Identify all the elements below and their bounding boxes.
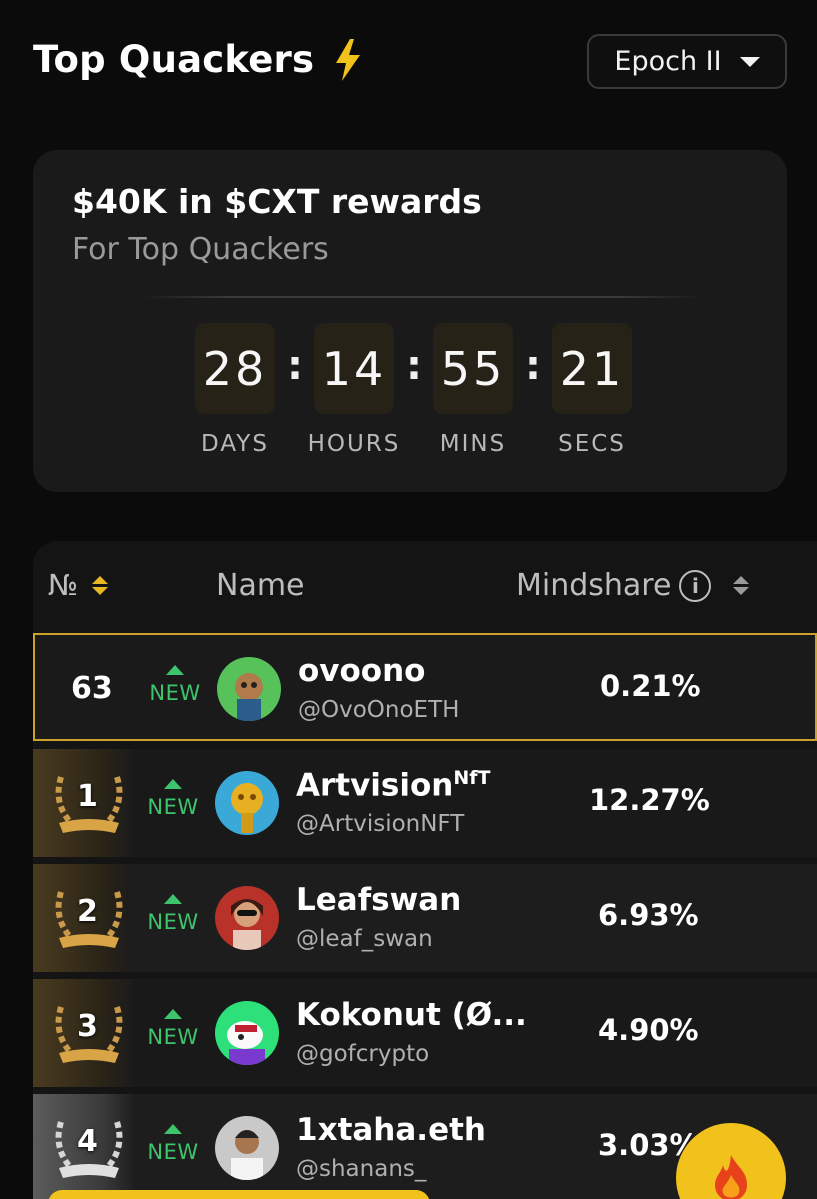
epoch-select[interactable]: Epoch II	[587, 34, 787, 89]
mindshare-value: 12.27%	[589, 783, 710, 817]
avatar[interactable]	[215, 886, 279, 950]
mindshare-value: 4.90%	[598, 1013, 699, 1047]
sort-icon	[92, 575, 109, 595]
user-name: Kokonut (Ø...	[296, 997, 527, 1033]
rewards-card: $40K in $CXT rewards For Top Quackers 28…	[33, 150, 787, 492]
rank-number: 1	[77, 779, 98, 814]
avatar[interactable]	[215, 771, 279, 835]
mindshare-value: 6.93%	[598, 898, 699, 932]
avatar[interactable]	[217, 657, 281, 721]
header: Top Quackers Epoch II	[0, 0, 817, 120]
new-badge: NEW	[143, 779, 203, 819]
page-title: Top Quackers	[33, 38, 362, 81]
epoch-label: Epoch II	[614, 46, 722, 77]
user-handle: @OvoOnoETH	[298, 697, 460, 723]
user-handle: @leaf_swan	[296, 926, 433, 952]
rank-number: 3	[77, 1009, 98, 1044]
triangle-up-icon	[166, 665, 184, 675]
mindshare-value: 0.21%	[600, 669, 701, 703]
triangle-up-icon	[164, 894, 182, 904]
new-badge: NEW	[143, 894, 203, 934]
countdown-days: 28	[195, 323, 275, 414]
triangle-up-icon	[164, 1124, 182, 1134]
table-row[interactable]: 1 NEW ArtvisionNfT @ArtvisionNFT 12.27%	[33, 749, 817, 857]
user-name: ArtvisionNfT	[296, 767, 491, 804]
sort-icon	[733, 576, 750, 595]
countdown-separator: :	[406, 343, 422, 389]
new-badge: NEW	[143, 1009, 203, 1049]
leaderboard: № Name Mindshare i 63 NEW ovoono @OvoOno…	[33, 541, 817, 1199]
flame-icon	[715, 1155, 747, 1199]
table-row[interactable]: 3 NEW Kokonut (Ø... @gofcrypto 4.90%	[33, 979, 817, 1087]
countdown-separator: :	[287, 343, 303, 389]
page-title-text: Top Quackers	[33, 38, 315, 81]
rank-header-label: №	[48, 568, 79, 602]
name-column-header: Name	[216, 568, 305, 603]
bottom-action-bar[interactable]	[48, 1190, 430, 1199]
countdown-timer: 28 : 14 : 55 : 21 DAYS HOURS MINS SECS	[33, 323, 787, 463]
divider	[143, 296, 703, 298]
rank-number: 2	[77, 894, 98, 929]
rank-column-header[interactable]: №	[48, 568, 109, 602]
countdown-mins-label: MINS	[439, 431, 507, 457]
rewards-subtitle: For Top Quackers	[72, 232, 329, 267]
triangle-up-icon	[164, 1009, 182, 1019]
chevron-down-icon	[739, 56, 760, 67]
triangle-up-icon	[164, 779, 182, 789]
user-name: 1xtaha.eth	[296, 1112, 486, 1148]
mindshare-column-header[interactable]: Mindshare i	[516, 568, 750, 603]
new-badge: NEW	[143, 1124, 203, 1164]
user-handle: @ArtvisionNFT	[296, 811, 465, 837]
table-row-current-user[interactable]: 63 NEW ovoono @OvoOnoETH 0.21%	[33, 633, 817, 741]
rank-number: 63	[71, 671, 113, 706]
rewards-title: $40K in $CXT rewards	[72, 182, 482, 221]
user-handle: @shanans_	[296, 1156, 427, 1182]
table-row[interactable]: 2 NEW Leafswan @leaf_swan 6.93%	[33, 864, 817, 972]
info-icon[interactable]: i	[679, 569, 712, 602]
table-header: № Name Mindshare i	[33, 541, 817, 633]
countdown-secs: 21	[552, 323, 632, 414]
user-handle: @gofcrypto	[296, 1041, 430, 1067]
rank-number: 4	[77, 1124, 98, 1159]
countdown-mins: 55	[433, 323, 513, 414]
countdown-separator: :	[525, 343, 541, 389]
avatar[interactable]	[215, 1116, 279, 1180]
avatar[interactable]	[215, 1001, 279, 1065]
countdown-hours-label: HOURS	[307, 431, 401, 457]
countdown-days-label: DAYS	[201, 431, 269, 457]
new-badge: NEW	[145, 665, 205, 705]
mindshare-header-label: Mindshare	[516, 568, 672, 603]
countdown-hours: 14	[314, 323, 394, 414]
lightning-bolt-icon	[336, 38, 361, 81]
countdown-secs-label: SECS	[558, 431, 626, 457]
user-name: ovoono	[298, 653, 426, 689]
user-name: Leafswan	[296, 882, 462, 918]
